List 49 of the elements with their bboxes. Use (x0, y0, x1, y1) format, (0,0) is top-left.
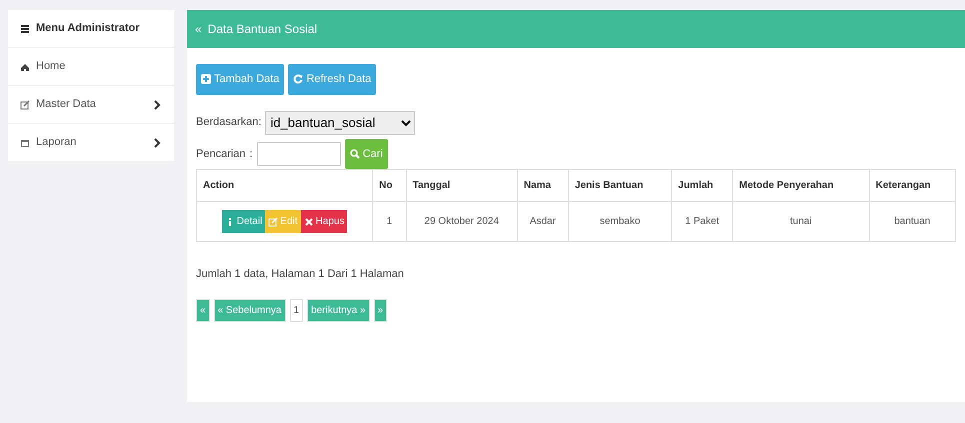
column-header: Action (196, 170, 373, 202)
search-button[interactable]: Cari (344, 138, 388, 169)
sidebar-item[interactable]: Home (8, 48, 174, 86)
page-link[interactable]: berikutnya » (307, 298, 370, 322)
column-header: Jumlah (672, 170, 733, 202)
table-cell: 1 (372, 202, 406, 242)
refresh-icon (293, 74, 304, 84)
column-header: Keterangan (869, 170, 956, 202)
table-cell: tunai (732, 202, 870, 242)
edit-button[interactable]: Edit (265, 210, 301, 233)
page-link[interactable]: « (196, 298, 210, 322)
column-header: Tanggal (406, 170, 518, 202)
sidebar-title: Menu Administrator (36, 21, 140, 36)
plus-icon (201, 74, 211, 84)
search-icon (350, 148, 360, 159)
delete-button[interactable]: Hapus (300, 210, 348, 233)
table-cell: sembako (568, 202, 672, 242)
search-label: Pencarian (196, 146, 246, 162)
home-icon (20, 62, 30, 72)
filter-select[interactable]: id_bantuan_sosial (265, 110, 416, 134)
summary-text: Jumlah 1 data, Halaman 1 Dari 1 Halaman (196, 267, 405, 282)
sidebar-item[interactable]: Master Data (8, 86, 174, 124)
table-cell: 1 Paket (672, 202, 733, 242)
refresh-button[interactable]: Refresh Data (288, 64, 376, 94)
column-header: Metode Penyerahan (732, 170, 870, 202)
menu-icon (20, 24, 30, 34)
chevron-icon (152, 100, 162, 110)
page-link[interactable]: » (374, 298, 388, 322)
panel-title: Data Bantuan Sosial (208, 21, 318, 38)
add-button[interactable]: Tambah Data (196, 64, 284, 94)
column-header: Nama (517, 170, 568, 202)
edit-icon (268, 216, 278, 226)
separator-text: : (250, 146, 253, 162)
close-icon (304, 216, 314, 226)
table-cell: Asdar (517, 202, 568, 242)
column-header: No (372, 170, 406, 202)
back-icon[interactable]: « (195, 20, 202, 38)
filter-label: Berdasarkan: (196, 115, 262, 130)
page-link[interactable]: « Sebelumnya (214, 298, 286, 322)
table-cell: 29 Oktober 2024 (406, 202, 518, 242)
page-link[interactable]: 1 (290, 298, 304, 322)
chevron-icon (152, 138, 162, 148)
sidebar-item[interactable]: Laporan (8, 124, 174, 162)
table-cell: bantuan (869, 202, 956, 242)
edit-icon (20, 100, 30, 110)
column-header: Jenis Bantuan (568, 170, 672, 202)
calendar-icon (20, 138, 30, 148)
detail-button[interactable]: Detail (222, 210, 266, 233)
search-field[interactable] (256, 142, 341, 166)
